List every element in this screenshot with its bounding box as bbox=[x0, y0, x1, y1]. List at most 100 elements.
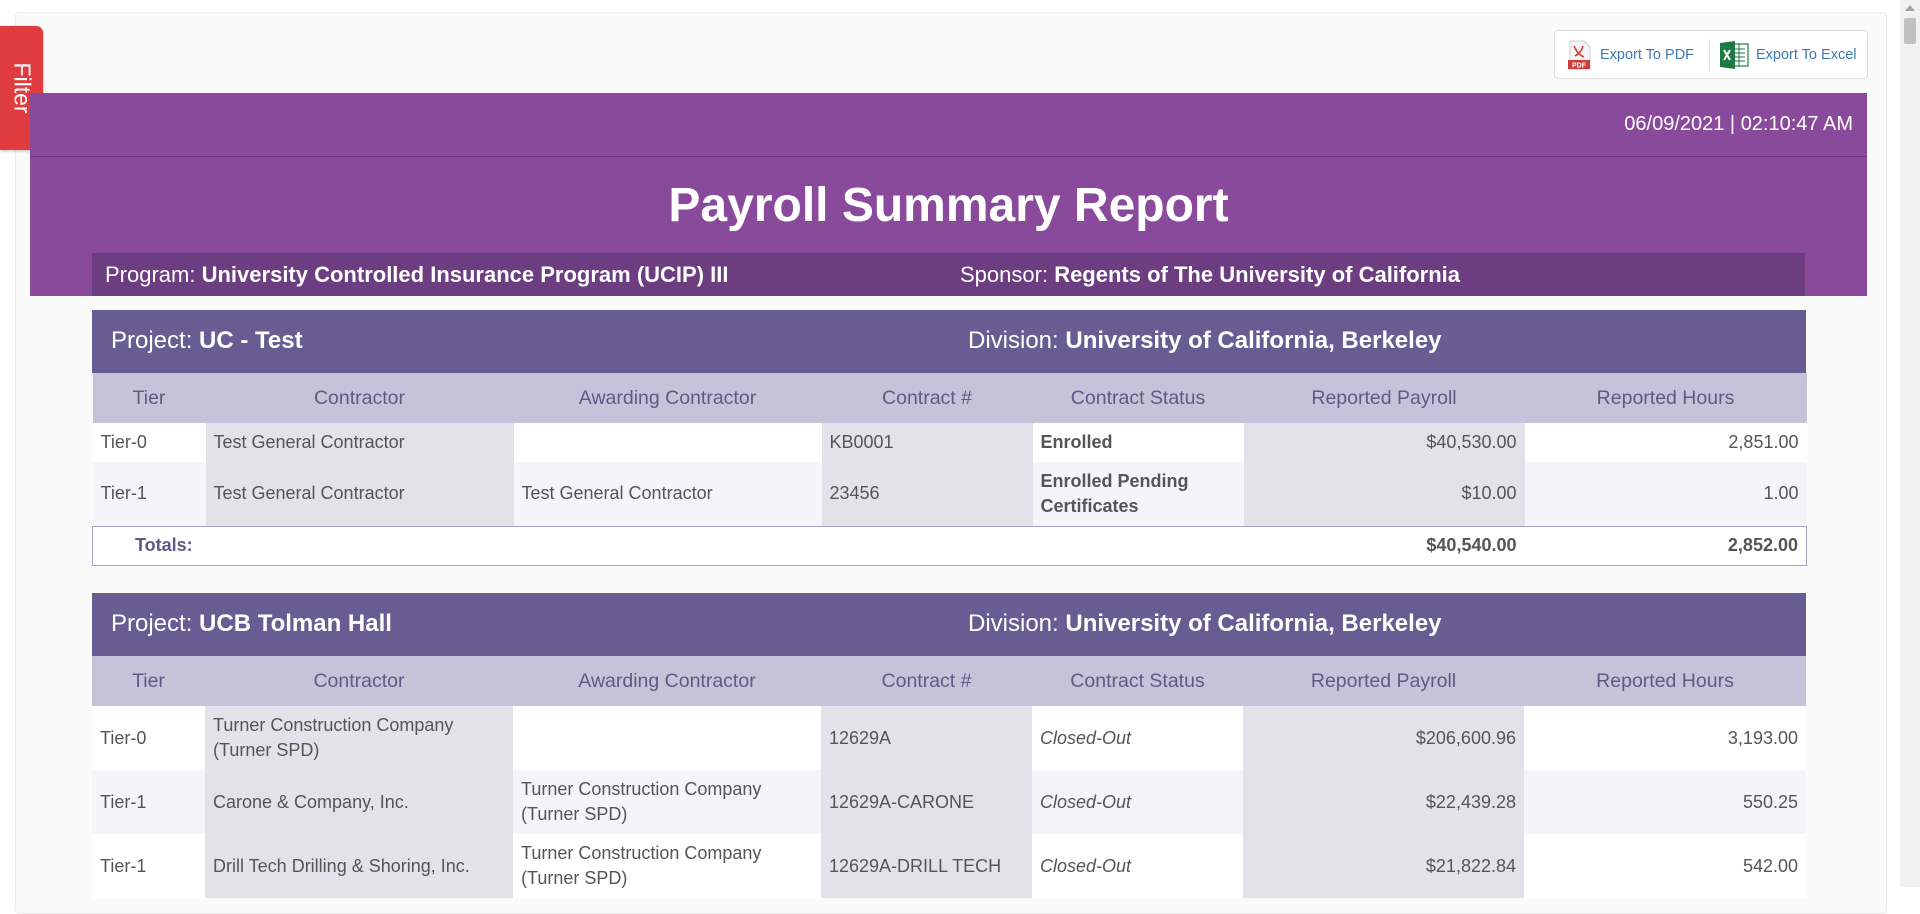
program-value: University Controlled Insurance Program … bbox=[201, 262, 729, 287]
export-pdf-button[interactable]: PDF Export To PDF bbox=[1567, 39, 1694, 71]
cell-contract-number: KB0001 bbox=[821, 423, 1033, 462]
cell-reported-hours: 3,193.00 bbox=[1524, 706, 1806, 770]
banner-divider bbox=[30, 156, 1867, 157]
export-toolbar: PDF Export To PDF Export To Excel bbox=[1554, 30, 1868, 79]
payroll-table: Tier Contractor Awarding Contractor Cont… bbox=[92, 656, 1806, 898]
cell-contract-number: 23456 bbox=[821, 462, 1033, 526]
sponsor-label: Sponsor: bbox=[960, 262, 1049, 287]
column-header-contract-status: Contract Status bbox=[1032, 373, 1244, 423]
cell-awarding-contractor bbox=[513, 706, 821, 770]
cell-reported-hours: 1.00 bbox=[1524, 462, 1807, 526]
division-label: Division: bbox=[968, 610, 1059, 637]
totals-label: Totals: bbox=[92, 525, 514, 566]
table-header-row: Tier Contractor Awarding Contractor Cont… bbox=[92, 373, 1807, 423]
export-pdf-label: Export To PDF bbox=[1600, 47, 1695, 63]
column-header-tier: Tier bbox=[92, 373, 206, 423]
cell-contract-number: 12629A-DRILL TECH bbox=[821, 834, 1032, 898]
scrollbar-thumb[interactable] bbox=[1904, 18, 1916, 44]
cell-contract-status: Closed-Out bbox=[1032, 770, 1243, 834]
program-label: Program: bbox=[105, 262, 196, 287]
project-name: UC - Test bbox=[199, 327, 303, 354]
export-excel-button[interactable]: Export To Excel bbox=[1719, 39, 1856, 71]
cell-tier: Tier-1 bbox=[92, 462, 206, 526]
cell-contractor: Test General Contractor bbox=[205, 423, 514, 462]
column-header-reported-hours: Reported Hours bbox=[1524, 656, 1806, 706]
column-header-reported-payroll: Reported Payroll bbox=[1243, 656, 1524, 706]
cell-tier: Tier-1 bbox=[92, 834, 205, 898]
cell-contractor: Test General Contractor bbox=[205, 462, 514, 526]
table-row: Tier-1 Test General Contractor Test Gene… bbox=[92, 462, 1807, 526]
column-header-reported-payroll: Reported Payroll bbox=[1243, 373, 1525, 423]
totals-empty-cell bbox=[1032, 525, 1244, 566]
column-header-contract-number: Contract # bbox=[821, 656, 1032, 706]
table-header-row: Tier Contractor Awarding Contractor Cont… bbox=[92, 656, 1806, 706]
svg-text:PDF: PDF bbox=[1572, 63, 1587, 70]
cell-reported-payroll: $40,530.00 bbox=[1243, 423, 1525, 462]
project-section: Project: UCB Tolman Hall Division: Unive… bbox=[92, 593, 1806, 898]
cell-reported-hours: 542.00 bbox=[1524, 834, 1806, 898]
project-title: Project: UCB Tolman Hall bbox=[111, 610, 392, 638]
scroll-up-arrow-icon[interactable] bbox=[1905, 5, 1915, 11]
column-header-contractor: Contractor bbox=[205, 373, 514, 423]
cell-reported-payroll: $21,822.84 bbox=[1243, 834, 1524, 898]
totals-empty-cell bbox=[513, 525, 822, 566]
cell-reported-hours: 550.25 bbox=[1524, 770, 1806, 834]
cell-awarding-contractor bbox=[513, 423, 822, 462]
report-datetime: 06/09/2021 | 02:10:47 AM bbox=[1624, 113, 1853, 135]
totals-hours: 2,852.00 bbox=[1524, 525, 1807, 566]
cell-reported-payroll: $10.00 bbox=[1243, 462, 1525, 526]
report-title: Payroll Summary Report bbox=[668, 179, 1229, 232]
project-name: UCB Tolman Hall bbox=[199, 610, 392, 637]
pdf-file-icon: PDF bbox=[1567, 40, 1593, 70]
project-label: Project: bbox=[111, 610, 193, 637]
column-header-contract-status: Contract Status bbox=[1032, 656, 1243, 706]
page-scrollbar[interactable] bbox=[1900, 0, 1920, 887]
cell-contract-status: Enrolled bbox=[1032, 423, 1244, 462]
division-label: Division: bbox=[968, 327, 1059, 354]
table-row: Tier-1 Drill Tech Drilling & Shoring, In… bbox=[92, 834, 1806, 898]
excel-file-icon bbox=[1719, 40, 1749, 70]
cell-contractor: Turner Construction Company (Turner SPD) bbox=[205, 706, 513, 770]
project-header: Project: UCB Tolman Hall Division: Unive… bbox=[92, 593, 1806, 656]
cell-reported-payroll: $22,439.28 bbox=[1243, 770, 1524, 834]
cell-reported-hours: 2,851.00 bbox=[1524, 423, 1807, 462]
column-header-awarding-contractor: Awarding Contractor bbox=[513, 656, 821, 706]
project-title: Project: UC - Test bbox=[111, 327, 303, 355]
table-row: Tier-1 Carone & Company, Inc. Turner Con… bbox=[92, 770, 1806, 834]
report-banner: 06/09/2021 | 02:10:47 AM Payroll Summary… bbox=[30, 93, 1867, 296]
cell-contract-number: 12629A-CARONE bbox=[821, 770, 1032, 834]
cell-awarding-contractor: Turner Construction Company (Turner SPD) bbox=[513, 770, 821, 834]
table-row: Tier-0 Test General Contractor KB0001 En… bbox=[92, 423, 1807, 462]
export-divider bbox=[1709, 39, 1710, 71]
column-header-tier: Tier bbox=[92, 656, 205, 706]
division-name: University of California, Berkeley bbox=[1065, 610, 1442, 637]
cell-reported-payroll: $206,600.96 bbox=[1243, 706, 1524, 770]
export-excel-label: Export To Excel bbox=[1756, 47, 1857, 63]
totals-empty-cell bbox=[821, 525, 1033, 566]
cell-awarding-contractor: Test General Contractor bbox=[513, 462, 822, 526]
sponsor-value: Regents of The University of California bbox=[1054, 262, 1461, 287]
column-header-awarding-contractor: Awarding Contractor bbox=[513, 373, 822, 423]
cell-contract-status: Closed-Out bbox=[1032, 706, 1243, 770]
totals-row: Totals: $40,540.00 2,852.00 bbox=[92, 525, 1807, 566]
cell-tier: Tier-1 bbox=[92, 770, 205, 834]
project-header: Project: UC - Test Division: University … bbox=[92, 310, 1806, 373]
column-header-contractor: Contractor bbox=[205, 656, 513, 706]
cell-contract-number: 12629A bbox=[821, 706, 1032, 770]
cell-tier: Tier-0 bbox=[92, 423, 206, 462]
project-section: Project: UC - Test Division: University … bbox=[92, 310, 1807, 566]
column-header-reported-hours: Reported Hours bbox=[1524, 373, 1807, 423]
cell-contract-status: Closed-Out bbox=[1032, 834, 1243, 898]
division-title: Division: University of California, Berk… bbox=[968, 610, 1442, 638]
cell-contractor: Drill Tech Drilling & Shoring, Inc. bbox=[205, 834, 513, 898]
division-title: Division: University of California, Berk… bbox=[968, 327, 1442, 355]
totals-payroll: $40,540.00 bbox=[1243, 525, 1525, 566]
program-info: Program: University Controlled Insurance… bbox=[105, 262, 729, 288]
cell-tier: Tier-0 bbox=[92, 706, 205, 770]
program-bar: Program: University Controlled Insurance… bbox=[92, 253, 1805, 296]
cell-contractor: Carone & Company, Inc. bbox=[205, 770, 513, 834]
cell-awarding-contractor: Turner Construction Company (Turner SPD) bbox=[513, 834, 821, 898]
project-label: Project: bbox=[111, 327, 193, 354]
division-name: University of California, Berkeley bbox=[1065, 327, 1442, 354]
column-header-contract-number: Contract # bbox=[821, 373, 1033, 423]
